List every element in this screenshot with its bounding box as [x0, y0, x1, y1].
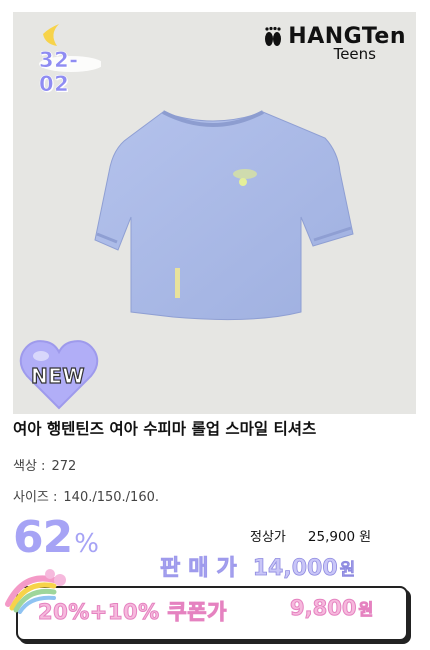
- coupon-price-unit: 원: [358, 600, 374, 620]
- product-card[interactable]: 32-02 HANGTen Teens NEW 여아 행텐틴즈 여아 수피마 롤…: [0, 0, 430, 650]
- color-label: 색상 :: [13, 459, 46, 474]
- new-label: NEW: [30, 363, 85, 388]
- product-code-badge: 32-02: [31, 22, 103, 96]
- discount-number: 62: [13, 512, 73, 563]
- size-label: 사이즈 :: [13, 490, 58, 505]
- product-image[interactable]: 32-02 HANGTen Teens NEW: [13, 12, 416, 414]
- product-title[interactable]: 여아 행텐틴즈 여아 수피마 롤업 스마일 티셔츠: [13, 417, 316, 439]
- size-spec: 사이즈 : 140./150./160.: [13, 486, 159, 505]
- rainbow-icon: [5, 569, 66, 614]
- product-code: 32-02: [39, 48, 79, 97]
- regular-price: 정상가 25,900 원: [250, 526, 371, 545]
- color-spec: 색상 : 272: [13, 455, 76, 474]
- sale-price-value: 14,000: [252, 556, 338, 582]
- regular-price-label: 정상가: [250, 530, 286, 545]
- coupon-price-value: 9,800: [289, 596, 357, 621]
- discount-symbol: %: [74, 529, 99, 559]
- footprint-icon: [265, 26, 282, 46]
- regular-price-value: 25,900: [307, 529, 356, 545]
- color-value: 272: [51, 459, 77, 474]
- discount-rate: 62%: [13, 512, 99, 563]
- regular-price-unit: 원: [359, 530, 372, 545]
- sale-price-unit: 원: [339, 560, 356, 581]
- new-badge: NEW: [17, 334, 101, 414]
- size-value: 140./150./160.: [63, 490, 160, 505]
- coupon-price: 9,800 원: [289, 596, 374, 621]
- sale-price: 판매가 14,000 원: [160, 550, 356, 582]
- sale-price-label: 판매가: [160, 556, 245, 582]
- coupon-price-box[interactable]: 20%+10% 쿠폰가 9,800 원: [16, 586, 408, 641]
- brand-logo: HANGTen Teens: [262, 24, 406, 63]
